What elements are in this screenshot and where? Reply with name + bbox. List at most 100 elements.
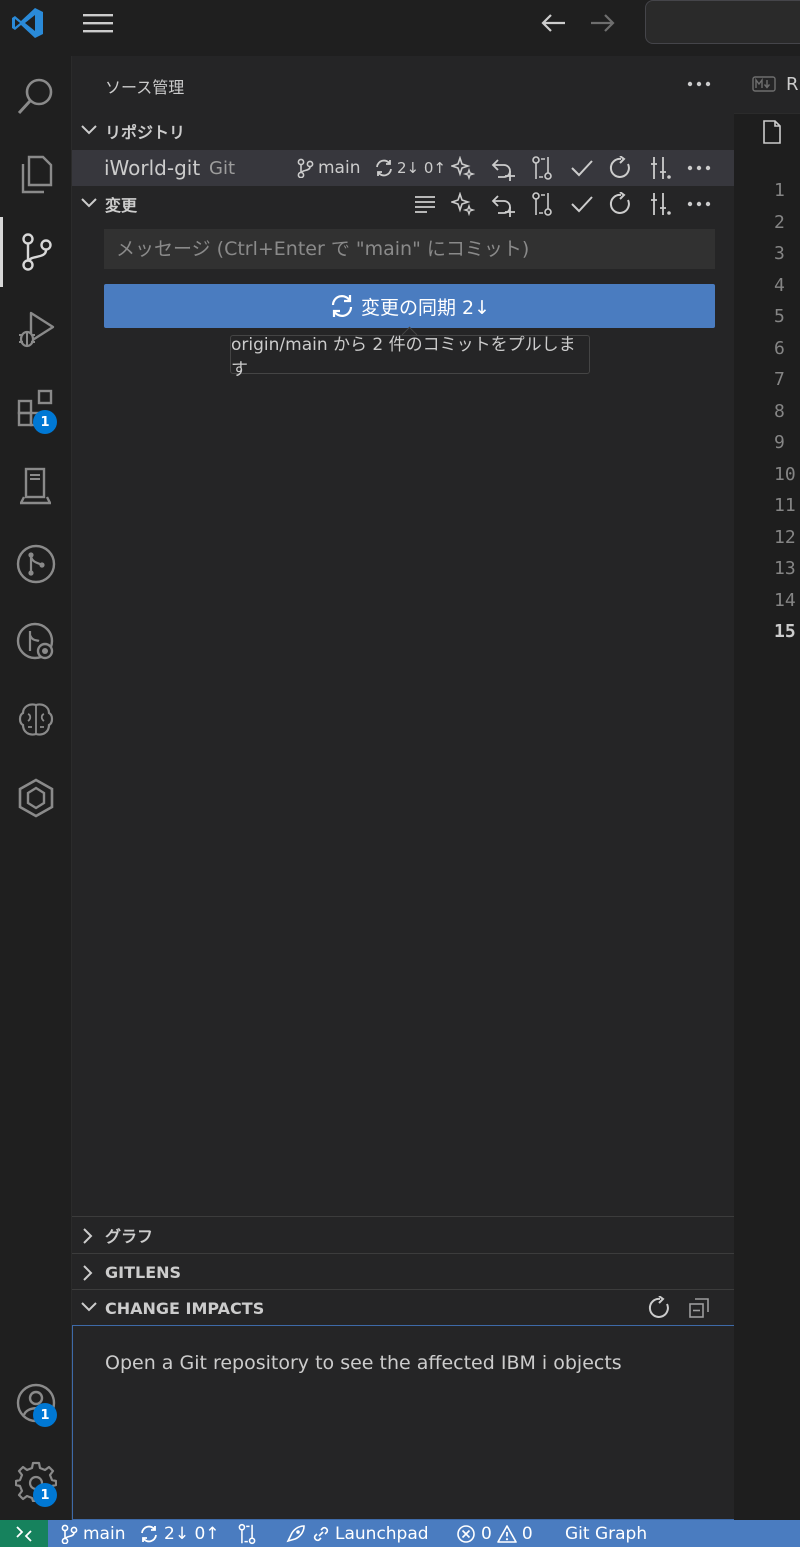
repository-row[interactable]: iWorld-git Git main 2↓ 0↑: [72, 150, 735, 186]
editor-area: R 1 2 3 4 5 6 7 8 9 10 11 12 13 14 15: [734, 56, 800, 1520]
file-icon: [762, 120, 782, 144]
line-number: 13: [774, 558, 796, 579]
status-branch-label: main: [83, 1523, 126, 1544]
menu-icon[interactable]: [80, 8, 116, 38]
editor-tab-label: R: [786, 74, 799, 95]
run-debug-icon: [15, 309, 57, 351]
repo-type: Git: [209, 157, 236, 179]
change-impacts-label: CHANGE IMPACTS: [105, 1298, 265, 1318]
ai-generate-icon[interactable]: [449, 190, 477, 218]
gitlens-label: GITLENS: [105, 1262, 182, 1282]
refresh-icon[interactable]: [607, 190, 635, 218]
line-number: 3: [774, 243, 785, 264]
line-number: 6: [774, 337, 785, 359]
activity-search[interactable]: [0, 61, 71, 131]
activity-extensions[interactable]: 1: [0, 373, 71, 443]
status-problems[interactable]: 0 0: [456, 1520, 533, 1547]
repositories-section-header[interactable]: リポジトリ: [72, 113, 735, 149]
git-compare-icon[interactable]: [528, 154, 556, 182]
chevron-down-icon: [80, 196, 98, 210]
repo-sync-status[interactable]: 2↓ 0↑: [374, 158, 446, 178]
repo-more-actions-icon[interactable]: [685, 154, 713, 182]
status-git-graph[interactable]: Git Graph: [565, 1520, 647, 1547]
git-compare-icon[interactable]: [528, 190, 556, 218]
activity-run-debug[interactable]: [0, 295, 71, 365]
status-errors-count: 0: [481, 1523, 492, 1544]
status-sync-label: 2↓ 0↑: [164, 1523, 220, 1544]
server-icon: [15, 465, 57, 507]
status-sync[interactable]: 2↓ 0↑: [139, 1520, 220, 1547]
graph-filter-icon[interactable]: [646, 154, 674, 182]
line-number: 1: [774, 180, 785, 201]
activity-git-graph[interactable]: [0, 529, 71, 599]
refresh-icon[interactable]: [646, 1294, 674, 1322]
change-impacts-message: Open a Git repository to see the affecte…: [105, 1352, 622, 1374]
sidebar-title: ソース管理: [105, 78, 185, 97]
graph-section-header[interactable]: グラフ: [72, 1217, 735, 1253]
sync-tooltip: origin/main から 2 件のコミットをプルします: [230, 335, 590, 380]
line-number: 5: [774, 306, 785, 327]
warning-icon: [497, 1524, 517, 1544]
line-number: 4: [774, 274, 785, 296]
gitlens-section-header[interactable]: GITLENS: [72, 1254, 735, 1290]
activity-settings[interactable]: 1: [0, 1446, 71, 1516]
graph-filter-icon[interactable]: [646, 190, 674, 218]
changes-section-header[interactable]: 変更: [72, 186, 735, 222]
chevron-right-icon: [80, 1227, 94, 1245]
activity-hexagon[interactable]: [0, 763, 71, 833]
activity-gitlens-inspect[interactable]: [0, 607, 71, 677]
commit-check-icon[interactable]: [568, 190, 596, 218]
branch-icon: [296, 158, 314, 178]
discard-changes-icon[interactable]: [489, 190, 517, 218]
chevron-down-icon: [80, 123, 98, 137]
change-impacts-section-header[interactable]: CHANGE IMPACTS: [72, 1290, 735, 1326]
changes-more-actions-icon[interactable]: [685, 190, 713, 218]
change-impacts-panel: Open a Git repository to see the affecte…: [72, 1325, 735, 1520]
repo-name: iWorld-git: [104, 156, 201, 180]
arrow-right-icon[interactable]: [586, 8, 620, 38]
view-as-list-icon[interactable]: [411, 190, 439, 218]
sidebar-more-actions-icon[interactable]: [685, 70, 713, 98]
activity-explorer[interactable]: [0, 139, 71, 209]
error-icon: [456, 1524, 476, 1544]
sync-button-label: 変更の同期 2↓: [360, 296, 491, 319]
activity-ibm-i[interactable]: [0, 451, 71, 521]
remote-indicator[interactable]: [0, 1520, 48, 1547]
title-bar: [0, 0, 800, 56]
editor-tab[interactable]: R: [734, 56, 800, 114]
line-number: 9: [774, 432, 785, 453]
files-icon: [15, 153, 57, 195]
line-number: 2: [774, 211, 785, 233]
rocket-icon: [285, 1524, 307, 1544]
activity-brain[interactable]: [0, 685, 71, 755]
commit-message-input[interactable]: [104, 229, 715, 269]
sync-icon: [329, 293, 355, 319]
commit-check-icon[interactable]: [568, 154, 596, 182]
source-control-icon: [16, 231, 58, 273]
source-control-sidebar: ソース管理 リポジトリ iWorld-git Git main 2↓ 0↑ 変更…: [71, 56, 735, 1520]
line-number: 15: [774, 621, 796, 642]
sync-changes-button[interactable]: 変更の同期 2↓: [104, 284, 715, 328]
status-git-compare[interactable]: [236, 1520, 258, 1547]
line-number: 12: [774, 526, 796, 548]
collapse-all-icon[interactable]: [685, 1294, 713, 1322]
refresh-icon[interactable]: [607, 154, 635, 182]
activity-accounts[interactable]: 1: [0, 1368, 71, 1438]
discard-changes-icon[interactable]: [489, 154, 517, 182]
status-warnings-count: 0: [521, 1523, 533, 1544]
markdown-icon: [752, 76, 776, 92]
line-number: 10: [774, 463, 796, 485]
sync-icon: [374, 158, 394, 178]
status-launchpad[interactable]: Launchpad: [285, 1520, 429, 1547]
command-center[interactable]: [645, 0, 800, 44]
hexagon-icon: [15, 777, 57, 819]
repo-branch[interactable]: main: [296, 158, 360, 178]
accounts-badge: 1: [33, 1403, 57, 1427]
search-icon: [15, 75, 57, 117]
brain-icon: [15, 699, 57, 741]
branch-label: main: [318, 158, 361, 178]
status-branch[interactable]: main: [60, 1520, 125, 1547]
ai-generate-icon[interactable]: [449, 154, 477, 182]
arrow-left-icon[interactable]: [536, 8, 570, 38]
activity-source-control[interactable]: [0, 217, 71, 287]
